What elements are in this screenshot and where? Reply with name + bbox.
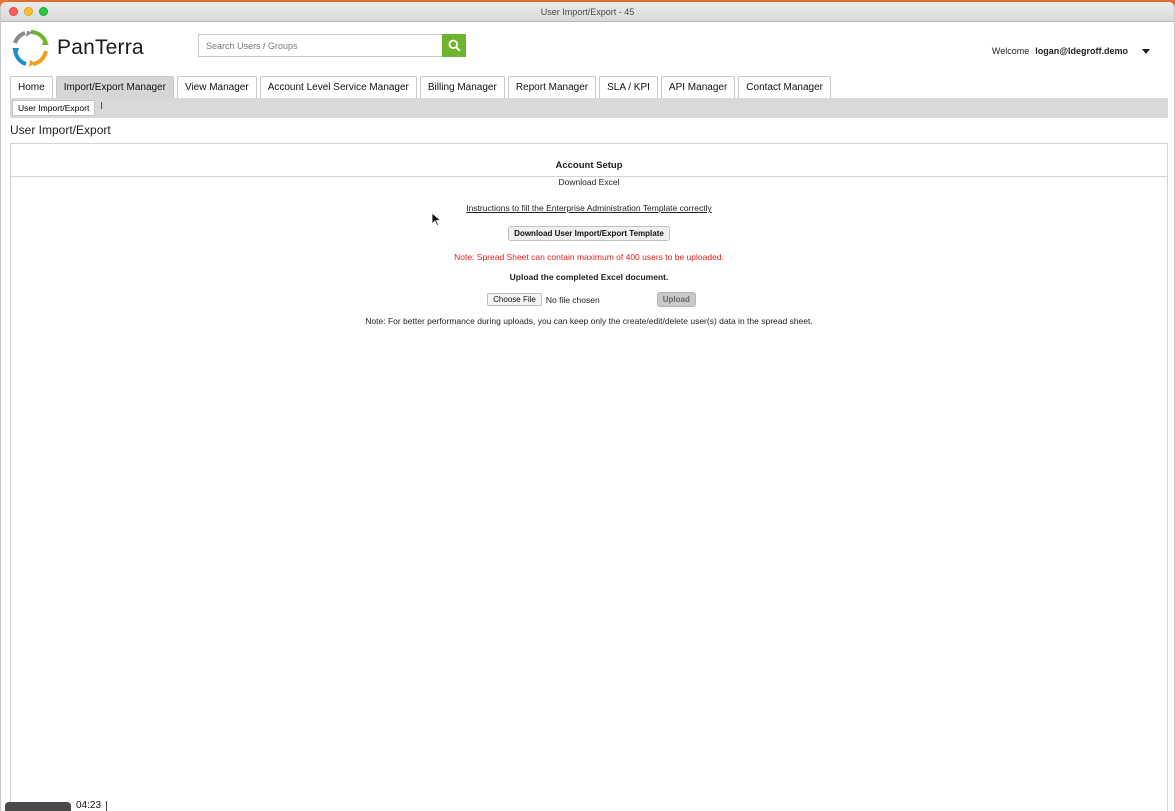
download-excel-label: Download Excel: [558, 177, 620, 187]
file-upload-row: Choose File No file chosen Upload: [11, 292, 1167, 307]
video-timestamp-bar: 04:23: [0, 800, 200, 811]
upload-button[interactable]: Upload: [656, 292, 696, 307]
tab-contact-manager[interactable]: Contact Manager: [738, 76, 831, 98]
sub-navigation: User Import/Export: [10, 98, 1168, 118]
window-titlebar: User Import/Export - 45: [1, 2, 1174, 22]
page-header: PanTerra Welcome logan@ldegroff.demo: [1, 22, 1174, 74]
panterra-logo-icon: [12, 30, 49, 67]
search-bar: [198, 34, 466, 57]
user-menu[interactable]: Welcome logan@ldegroff.demo: [992, 46, 1150, 56]
tab-report-manager[interactable]: Report Manager: [507, 76, 597, 98]
choose-file-button[interactable]: Choose File: [487, 293, 542, 306]
tab-sla-kpi[interactable]: SLA / KPI: [599, 76, 658, 98]
logo-text: PanTerra: [57, 36, 144, 59]
maximize-window-button[interactable]: [39, 7, 48, 16]
video-scrubber[interactable]: [5, 802, 71, 811]
close-window-button[interactable]: [9, 7, 18, 16]
user-limit-note: Note: Spread Sheet can contain maximum o…: [454, 252, 724, 262]
main-tabs: Home Import/Export Manager View Manager …: [10, 76, 831, 98]
tab-billing-manager[interactable]: Billing Manager: [419, 76, 505, 98]
tab-api-manager[interactable]: API Manager: [660, 76, 736, 98]
brand-logo[interactable]: PanTerra: [11, 29, 144, 67]
tab-account-level-service-manager[interactable]: Account Level Service Manager: [259, 76, 417, 98]
search-input[interactable]: [198, 34, 442, 57]
panel-content: Download Excel Instructions to fill the …: [11, 163, 1167, 326]
search-button[interactable]: [442, 34, 466, 57]
subnav-divider: [101, 101, 103, 109]
subtab-user-import-export[interactable]: User Import/Export: [12, 100, 96, 116]
search-icon: [448, 39, 461, 52]
mouse-pointer-icon: [432, 213, 441, 226]
performance-note: Note: For better performance during uplo…: [365, 316, 813, 326]
minimize-window-button[interactable]: [24, 7, 33, 16]
video-playhead: [106, 801, 108, 811]
download-template-button[interactable]: Download User Import/Export Template: [508, 226, 670, 241]
username-label: logan@ldegroff.demo: [1035, 46, 1128, 56]
chevron-down-icon[interactable]: [1142, 48, 1150, 54]
file-status-text: No file chosen: [545, 294, 600, 305]
welcome-label: Welcome: [991, 46, 1030, 56]
page-title: User Import/Export: [10, 123, 111, 137]
video-timestamp: 04:23: [76, 800, 102, 811]
tab-import-export-manager[interactable]: Import/Export Manager: [55, 76, 174, 98]
account-setup-panel: Account Setup Download Excel Instruction…: [10, 143, 1168, 811]
tab-view-manager[interactable]: View Manager: [176, 76, 257, 98]
app-window: User Import/Export - 45 PanTerra Search …: [0, 2, 1175, 811]
window-title: User Import/Export - 45: [540, 6, 635, 17]
tab-home[interactable]: Home: [10, 76, 53, 98]
window-controls: [9, 7, 48, 16]
upload-heading: Upload the completed Excel document.: [509, 272, 669, 282]
instructions-link[interactable]: Instructions to fill the Enterprise Admi…: [466, 203, 712, 213]
